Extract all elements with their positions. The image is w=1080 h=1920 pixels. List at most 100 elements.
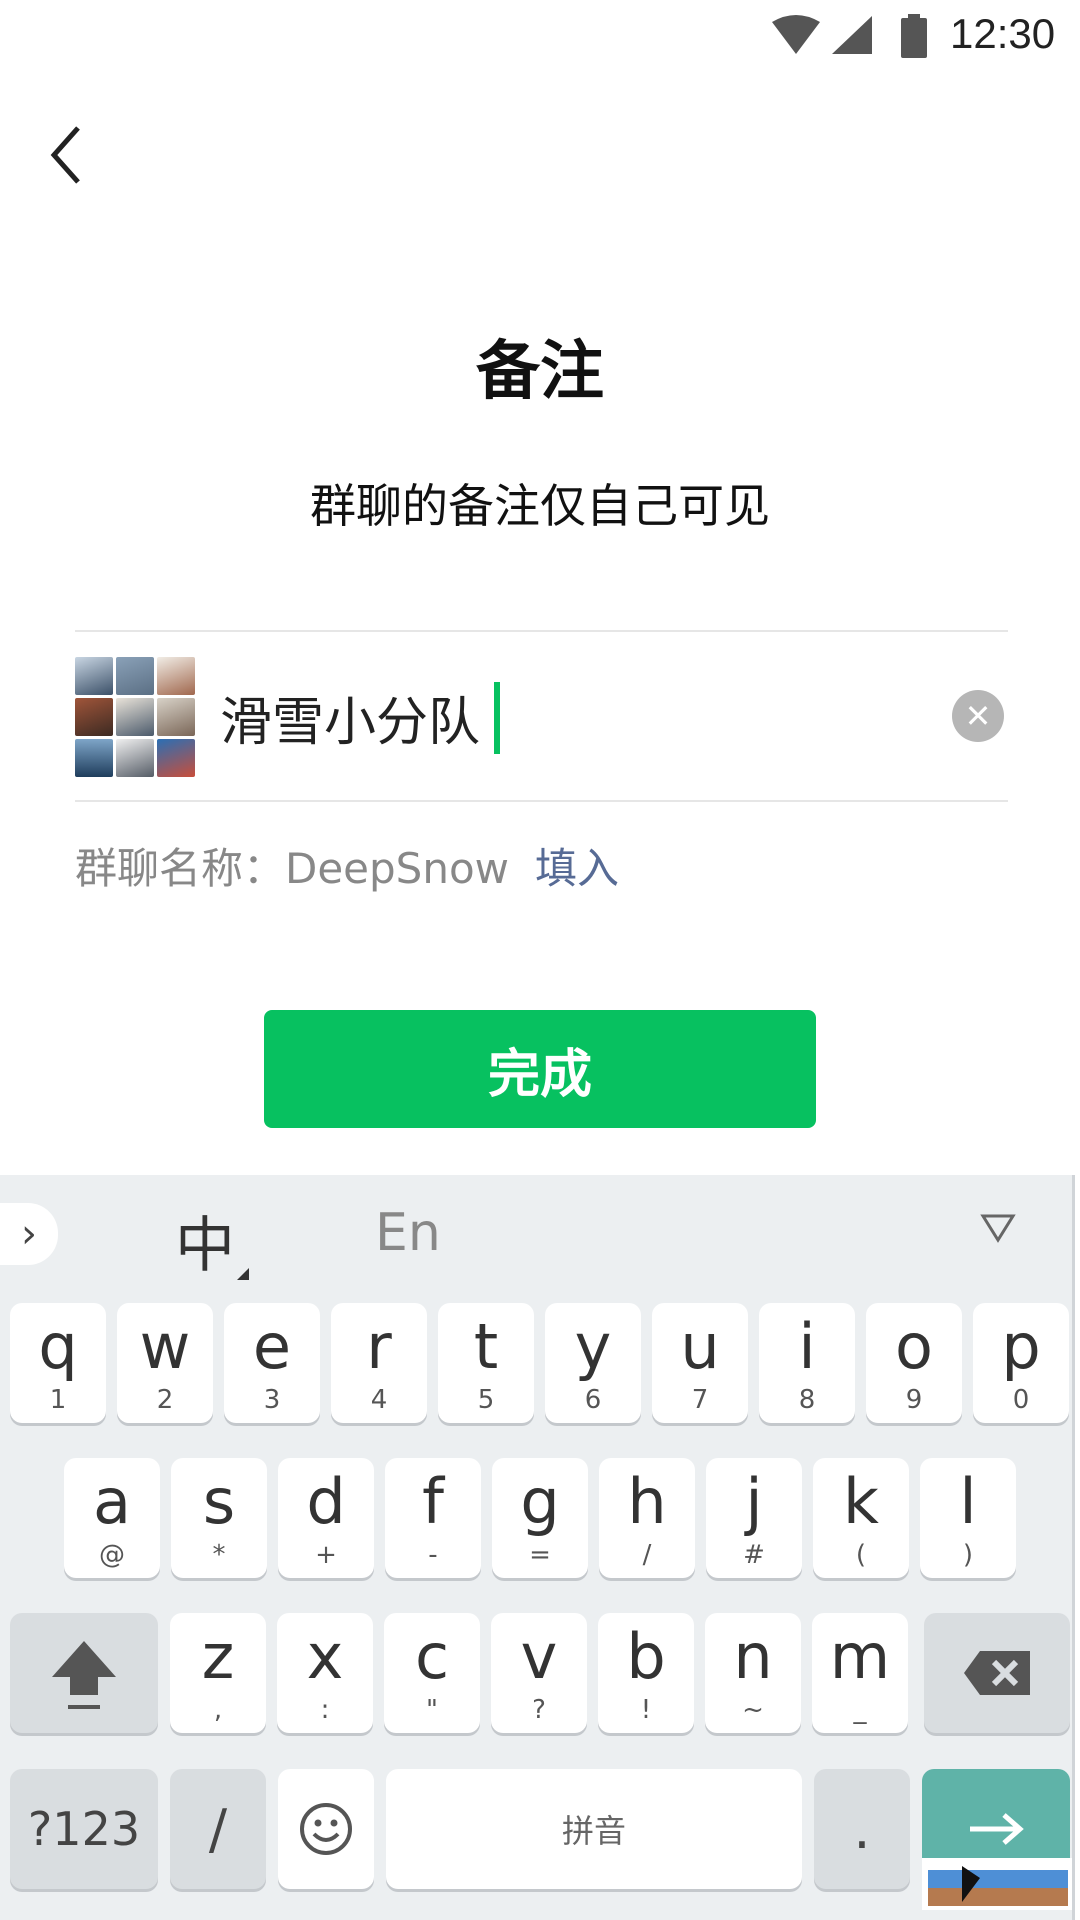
key-sublabel: 0 [1012, 1385, 1030, 1415]
key-k[interactable]: k( [813, 1458, 909, 1578]
key-l[interactable]: l) [920, 1458, 1016, 1578]
key-label: m [829, 1620, 891, 1693]
key-f[interactable]: f- [385, 1458, 481, 1578]
avatar-tile [157, 739, 195, 777]
chinese-mode-button[interactable]: 中 [175, 1197, 249, 1284]
key-sublabel: / [642, 1540, 652, 1570]
slash-key-label: / [208, 1797, 228, 1861]
key-label: t [473, 1310, 499, 1383]
key-d[interactable]: d + [278, 1458, 374, 1578]
key-label: q [38, 1310, 78, 1383]
slash-key[interactable]: / [170, 1769, 266, 1889]
key-a[interactable]: a @ [64, 1458, 160, 1578]
done-button[interactable]: 完成 [264, 1010, 816, 1128]
page-title: 备注 [476, 335, 604, 409]
floating-thumbnail[interactable] [922, 1858, 1072, 1910]
key-label: j [745, 1465, 763, 1538]
key-h[interactable]: h / [599, 1458, 695, 1578]
key-sublabel: , [213, 1695, 223, 1725]
key-z[interactable]: z, [170, 1613, 266, 1733]
key-r[interactable]: r4 [331, 1303, 427, 1423]
key-label: w [139, 1310, 191, 1383]
key-sublabel: 5 [477, 1385, 495, 1415]
key-s[interactable]: s * [171, 1458, 267, 1578]
key-i[interactable]: i8 [759, 1303, 855, 1423]
key-b[interactable]: b! [598, 1613, 694, 1733]
key-label: c [414, 1620, 450, 1693]
key-m[interactable]: m _ [812, 1613, 908, 1733]
avatar-tile [75, 657, 113, 695]
key-sublabel: 1 [49, 1385, 67, 1415]
avatar-tile [116, 657, 154, 695]
key-o[interactable]: o9 [866, 1303, 962, 1423]
space-key[interactable]: 拼音 [386, 1769, 802, 1889]
key-n[interactable]: n ~ [705, 1613, 801, 1733]
key-sublabel: = [529, 1540, 551, 1570]
key-sublabel: : [320, 1695, 330, 1725]
avatar-tile [116, 739, 154, 777]
key-v[interactable]: v? [491, 1613, 587, 1733]
key-label: n [733, 1620, 773, 1693]
divider [75, 630, 1008, 632]
keyboard-toolbar: › 中 En [0, 1175, 1072, 1285]
key-label: u [680, 1310, 720, 1383]
key-label: p [1001, 1310, 1041, 1383]
key-g[interactable]: g = [492, 1458, 588, 1578]
key-sublabel: ? [532, 1695, 546, 1725]
english-mode-button[interactable]: En [375, 1203, 441, 1263]
key-sublabel: ~ [742, 1695, 764, 1725]
hide-keyboard-button[interactable] [980, 1213, 1016, 1247]
back-button[interactable] [40, 120, 90, 190]
key-t[interactable]: t5 [438, 1303, 534, 1423]
clear-icon: ✕ [964, 697, 992, 735]
key-e[interactable]: e3 [224, 1303, 320, 1423]
key-label: x [306, 1620, 344, 1693]
remark-input[interactable]: 滑雪小分队 [220, 680, 501, 755]
shift-key[interactable] [10, 1613, 158, 1733]
key-sublabel: 3 [263, 1385, 281, 1415]
key-sublabel: 4 [370, 1385, 388, 1415]
key-y[interactable]: y6 [545, 1303, 641, 1423]
key-x[interactable]: x: [277, 1613, 373, 1733]
symbols-key[interactable]: ?123 [10, 1769, 158, 1889]
key-sublabel: 9 [905, 1385, 923, 1415]
group-name-row: 群聊名称：DeepSnow 填入 [75, 835, 619, 896]
key-label: f [422, 1465, 444, 1538]
key-sublabel: - [428, 1540, 438, 1570]
enter-arrow-icon [970, 1813, 1024, 1845]
key-u[interactable]: u7 [652, 1303, 748, 1423]
period-key-label: . [853, 1797, 871, 1861]
key-sublabel: + [315, 1540, 337, 1570]
key-c[interactable]: c " [384, 1613, 480, 1733]
space-key-label: 拼音 [561, 1812, 626, 1850]
avatar-tile [75, 698, 113, 736]
chevron-right-icon: › [21, 1211, 37, 1257]
key-label: h [627, 1465, 667, 1538]
key-sublabel: # [743, 1540, 765, 1570]
fill-in-link[interactable]: 填入 [535, 844, 619, 893]
key-label: v [520, 1620, 558, 1693]
key-w[interactable]: w2 [117, 1303, 213, 1423]
key-j[interactable]: j # [706, 1458, 802, 1578]
key-sublabel: ) [962, 1540, 974, 1570]
period-key[interactable]: . [814, 1769, 910, 1889]
text-cursor [494, 681, 501, 754]
clear-input-button[interactable]: ✕ [952, 690, 1004, 742]
key-sublabel: * [212, 1540, 226, 1570]
key-label: o [895, 1310, 933, 1383]
corner-triangle-icon [237, 1268, 249, 1280]
keyboard-expand-button[interactable]: › [0, 1203, 58, 1265]
symbols-key-label: ?123 [27, 1802, 141, 1856]
key-sublabel: _ [853, 1695, 867, 1725]
page-subtitle: 群聊的备注仅自己可见 [310, 479, 770, 533]
key-q[interactable]: q1 [10, 1303, 106, 1423]
key-p[interactable]: p0 [973, 1303, 1069, 1423]
backspace-key[interactable] [924, 1613, 1070, 1733]
key-sublabel: 7 [691, 1385, 709, 1415]
key-sublabel: @ [99, 1540, 125, 1570]
key-label: e [252, 1310, 292, 1383]
keyboard: › 中 En q1w2e3r4t5y6u7i8o9p0 a @ s * d + f - g = h /… [0, 1175, 1075, 1920]
key-label: l [959, 1465, 977, 1538]
key-sublabel: 2 [156, 1385, 174, 1415]
emoji-key[interactable] [278, 1769, 374, 1889]
